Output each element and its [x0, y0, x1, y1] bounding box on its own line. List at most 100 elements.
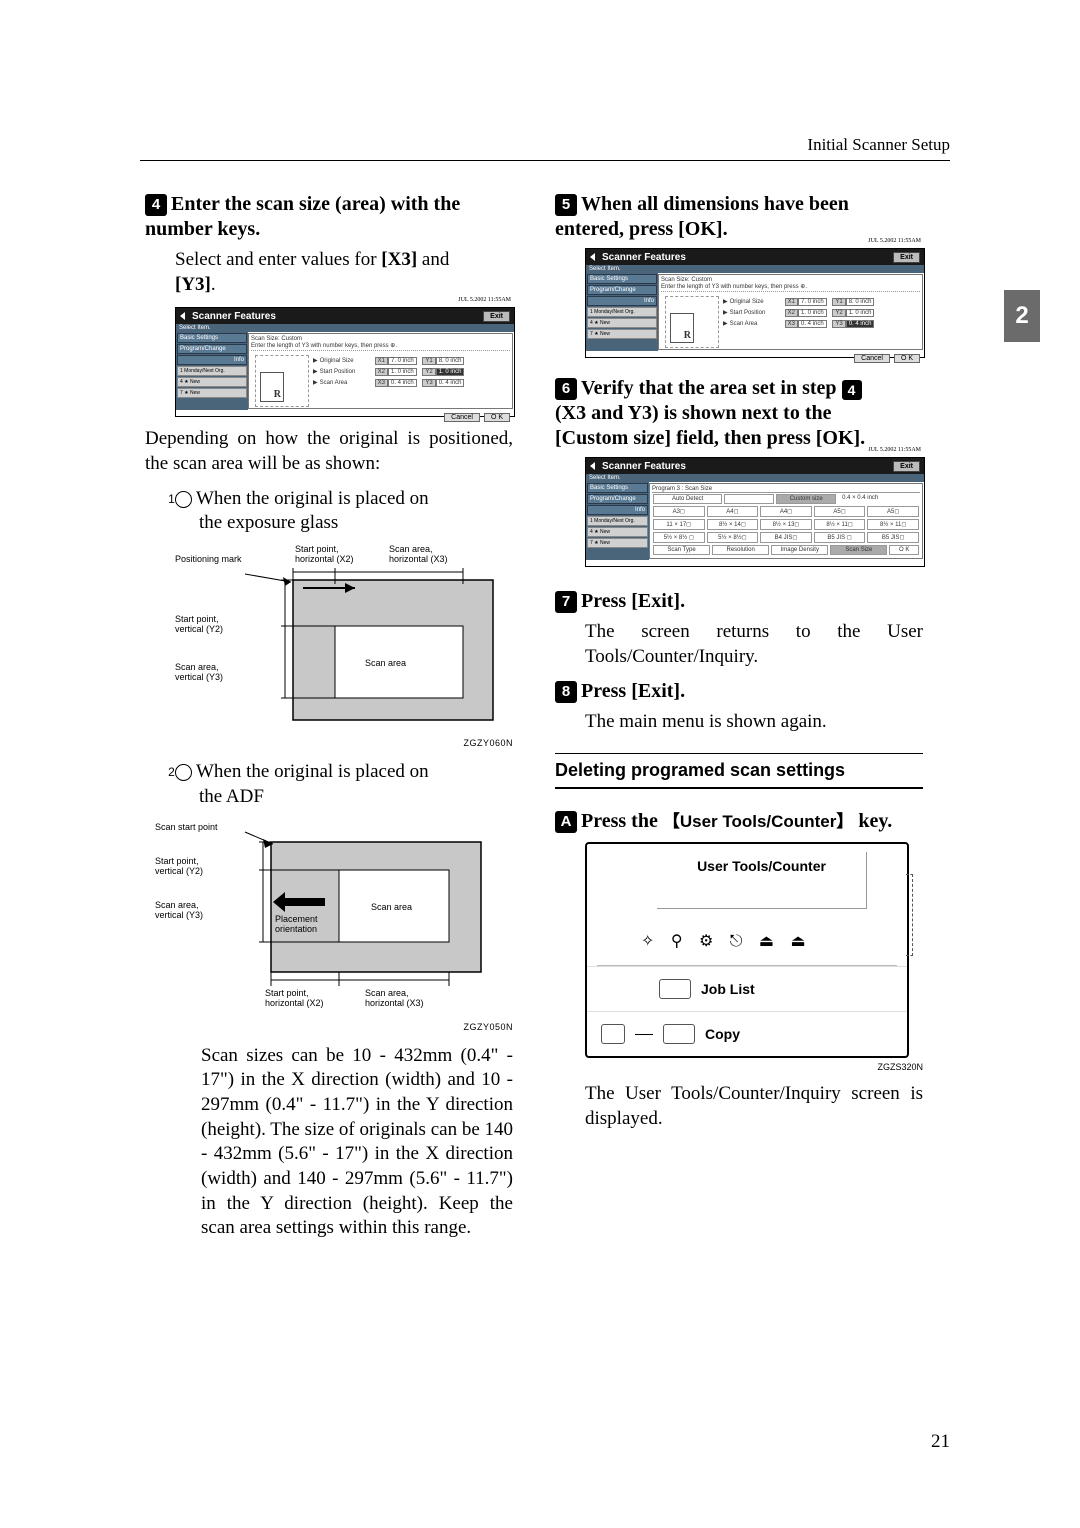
- scr4-lbl-start: Start Position: [313, 368, 371, 375]
- scr4-side-info[interactable]: Info: [177, 355, 247, 365]
- scr6-size-option[interactable]: 8½ × 11◻: [814, 519, 866, 530]
- diagram-2-id: ZGZY050N: [175, 1022, 513, 1032]
- scr6-size-option[interactable]: 8½ × 14◻: [707, 519, 759, 530]
- step-7-badge: 7: [555, 591, 577, 613]
- scr6-size-option[interactable]: 11 × 17◻: [653, 519, 705, 530]
- scr4-y1-l: Y1: [422, 357, 435, 365]
- screenshot-step-5: JUL 5.2002 11:55AM Scanner Features Exit…: [585, 248, 923, 358]
- scr5-side-row-7[interactable]: 7 ★ New: [587, 329, 657, 339]
- step-4-body: Select and enter values for [X3] and [Y3…: [175, 248, 513, 297]
- scr6-size-option[interactable]: B4 JIS◻: [760, 532, 812, 543]
- step-4-explain: Depending on how the original is positio…: [145, 427, 513, 476]
- page-header: Initial Scanner Setup: [807, 135, 950, 155]
- scr5-ok-button[interactable]: O K: [894, 354, 920, 363]
- utc-job-list-row[interactable]: Job List: [587, 966, 907, 1011]
- scr4-side-row-1[interactable]: 1 Monday/Next Org.: [177, 366, 247, 376]
- step-4-kbd-y3: [Y3]: [175, 274, 211, 295]
- scr5-x3-v[interactable]: 0. 4 inch: [798, 320, 827, 328]
- step-6-title-b: (X3 and Y3) is shown next to the: [555, 402, 832, 424]
- scr6-side-row-7[interactable]: 7 ★ New: [587, 538, 648, 548]
- scr6-size-option[interactable]: B5 JIS ◻: [814, 532, 866, 543]
- utc-copy-row[interactable]: Copy: [587, 1011, 907, 1056]
- scr6-tab-scantype[interactable]: Scan Type: [653, 545, 710, 555]
- scr6-size-option[interactable]: 8½ × 11◻: [867, 519, 919, 530]
- scr4-side-row-4[interactable]: 4 ★ New: [177, 377, 247, 387]
- scr5-side-row-1[interactable]: 1 Monday/Next Org.: [587, 307, 657, 317]
- step-a-title: Press the: [581, 810, 663, 832]
- scr4-y3-v[interactable]: 0. 4 inch: [436, 379, 465, 387]
- diag1-posmark: Positioning mark: [175, 554, 242, 564]
- utc-dash-icon: [635, 1034, 653, 1035]
- scr6-ok-button[interactable]: O K: [889, 545, 919, 555]
- scr4-x3-v[interactable]: 0. 4 inch: [388, 379, 417, 387]
- step-8-heading: 8Press [Exit].: [555, 679, 923, 704]
- scr5-side-info[interactable]: Info: [587, 296, 657, 306]
- scr6-size-option[interactable]: 5½ × 8½◻: [707, 532, 759, 543]
- scr6-side-info[interactable]: Info: [587, 505, 648, 515]
- scr4-side-row-7[interactable]: 7 ★ New: [177, 388, 247, 398]
- scr4-y1-v[interactable]: 8. 0 inch: [436, 357, 465, 365]
- scr5-side-basic[interactable]: Basic Settings: [587, 274, 657, 284]
- scr4-cancel-button[interactable]: Cancel: [444, 413, 480, 422]
- scr5-x2-v[interactable]: 1. 0 inch: [798, 309, 827, 317]
- scr4-x2-v[interactable]: 1. 0 inch: [388, 368, 417, 376]
- scr4-side-prog[interactable]: Program/Change: [177, 344, 247, 354]
- step-6-ref-badge: 4: [842, 380, 862, 400]
- step-a-heading: APress the 【User Tools/Counter】 key.: [555, 809, 923, 834]
- diag1-x3: Scan area, horizontal (X3): [389, 544, 489, 564]
- scr6-auto[interactable]: Auto Detect: [653, 494, 722, 504]
- scr6-size-option[interactable]: A5◻: [867, 506, 919, 517]
- sub-2-text-a: When the original is placed on: [196, 761, 429, 782]
- scr6-exit-button[interactable]: Exit: [893, 461, 920, 472]
- scr5-exit-button[interactable]: Exit: [893, 252, 920, 263]
- scr5-y3-v[interactable]: 0. 4 inch: [846, 320, 875, 328]
- scr5-cancel-button[interactable]: Cancel: [854, 354, 890, 363]
- scr6-custom[interactable]: Custom size: [776, 494, 836, 504]
- diag2-placement: Placement orientation: [275, 914, 355, 934]
- scr4-x1-v[interactable]: 7. 0 inch: [388, 357, 417, 365]
- scr4-side-basic[interactable]: Basic Settings: [177, 333, 247, 343]
- scr6-size-option[interactable]: B5 JIS◻: [867, 532, 919, 543]
- scr4-y2-v[interactable]: 1. 0 inch: [436, 368, 465, 376]
- scr6-side-prog[interactable]: Program/Change: [587, 494, 648, 504]
- scr6-size-option[interactable]: 5½ × 8½ ◻: [653, 532, 705, 543]
- scr4-titlebar: Scanner Features Exit: [176, 308, 514, 324]
- diagram-1-id: ZGZY060N: [175, 738, 513, 748]
- scr4-y2-l: Y2: [422, 368, 435, 376]
- scr6-tab-scansize[interactable]: Scan Size: [830, 545, 887, 555]
- step-a-badge: A: [555, 811, 577, 833]
- scr5-side-row-4[interactable]: 4 ★ New: [587, 318, 657, 328]
- scr6-size-option[interactable]: A4◻: [707, 506, 759, 517]
- scr6-title: Scanner Features: [602, 461, 686, 472]
- scr6-blank: [724, 494, 774, 504]
- step-8-badge: 8: [555, 681, 577, 703]
- scr5-y1-v[interactable]: 8. 0 inch: [846, 298, 875, 306]
- scr6-tab-density[interactable]: Image Density: [771, 545, 828, 555]
- scr4-exit-button[interactable]: Exit: [483, 311, 510, 322]
- scr6-size-option[interactable]: A5◻: [814, 506, 866, 517]
- step-4-title-a: Enter the scan size (area) with the: [171, 193, 460, 215]
- step-6-badge: 6: [555, 378, 577, 400]
- scr5-original-icon: [665, 296, 719, 348]
- scr5-y2-v[interactable]: 1. 0 inch: [846, 309, 875, 317]
- scr6-tab-resolution[interactable]: Resolution: [712, 545, 769, 555]
- scr6-size-option[interactable]: A3◻: [653, 506, 705, 517]
- scr5-y1-l: Y1: [832, 298, 845, 306]
- diag2-scanstart: Scan start point: [155, 822, 218, 832]
- diagram-exposure-glass: Scan area Positioning mark Start point, …: [175, 544, 505, 734]
- panel-cut-icon: [906, 874, 913, 956]
- scr5-lbl-start: Start Position: [723, 309, 781, 316]
- step-4-heading: 4Enter the scan size (area) with the num…: [145, 192, 513, 242]
- scr4-main: Scan Size: Custom Enter the length of Y3…: [248, 333, 513, 409]
- scr6-side-row-4[interactable]: 4 ★ New: [587, 527, 648, 537]
- scr5-side-prog[interactable]: Program/Change: [587, 285, 657, 295]
- scr5-x1-v[interactable]: 7. 0 inch: [798, 298, 827, 306]
- section-deleting: Deleting programed scan settings: [555, 753, 923, 789]
- diag1-area-label: Scan area: [365, 658, 406, 668]
- scr4-ok-button[interactable]: O K: [484, 413, 510, 422]
- chapter-tab: 2: [1004, 290, 1040, 342]
- scr6-side-row-1[interactable]: 1 Monday/Next Org.: [587, 516, 648, 526]
- scr6-side-basic[interactable]: Basic Settings: [587, 483, 648, 493]
- scr6-size-option[interactable]: A4◻: [760, 506, 812, 517]
- scr6-size-option[interactable]: 8½ × 13◻: [760, 519, 812, 530]
